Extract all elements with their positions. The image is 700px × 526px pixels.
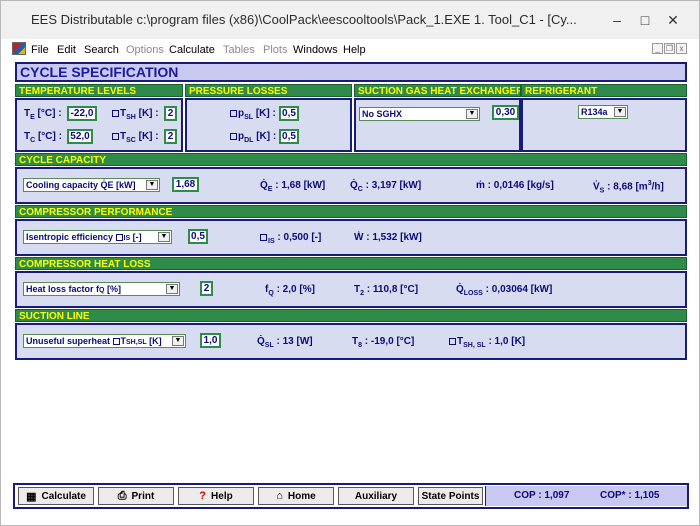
mdi-restore-icon[interactable]: ❐ xyxy=(664,43,675,54)
sghx-header: SUCTION GAS HEAT EXCHANGER xyxy=(354,84,521,97)
chevron-down-icon: ▼ xyxy=(166,284,178,294)
tsh-input[interactable]: 2 xyxy=(164,106,177,121)
compressor-heat-loss-panel: Heat loss factor fQ [%] ▼ 2 fQ : 2,0 [%] … xyxy=(15,271,687,308)
menu-file[interactable]: File xyxy=(31,44,49,56)
tc-label: TC [°C] : xyxy=(24,131,62,144)
maximize-button[interactable]: □ xyxy=(634,9,656,31)
efficiency-input[interactable]: 0,5 xyxy=(188,229,208,244)
compressor-performance-header: COMPRESSOR PERFORMANCE xyxy=(15,205,687,218)
suction-line-header: SUCTION LINE xyxy=(15,309,687,322)
capacity-input[interactable]: 1,68 xyxy=(172,177,199,192)
temperature-panel: TE [°C] : -22,0 TSH [K] : 2 TC [°C] : 52… xyxy=(15,98,183,152)
mdi-close-icon[interactable]: x xyxy=(676,43,687,54)
menu-windows[interactable]: Windows xyxy=(293,44,338,56)
calculate-button[interactable]: ▦ Calculate xyxy=(18,487,94,505)
efficiency-select[interactable]: Isentropic efficiency IS [-] ▼ xyxy=(23,230,172,244)
refrigerant-panel: R134a ▼ xyxy=(521,98,687,152)
pdl-label: pDL [K] : xyxy=(230,131,276,144)
cycle-capacity-header: CYCLE CAPACITY xyxy=(15,153,687,166)
app-window: EES Distributable c:\program files (x86)… xyxy=(0,0,700,526)
te-label: TE [°C] : xyxy=(24,108,62,121)
pressure-losses-header: PRESSURE LOSSES xyxy=(185,84,352,97)
cycle-spec-form: CYCLE SPECIFICATION TEMPERATURE LEVELS P… xyxy=(13,61,689,479)
qsl-result: Q̇SL : 13 [W] xyxy=(257,336,313,349)
tsh-sl-result: TSH, SL : 1,0 [K] xyxy=(449,336,525,349)
sghx-select[interactable]: No SGHX ▼ xyxy=(359,107,480,121)
chevron-down-icon: ▼ xyxy=(614,107,626,117)
state-points-button[interactable]: State Points xyxy=(418,487,483,505)
eta-is-result: IS : 0,500 [-] xyxy=(260,232,321,245)
psl-input[interactable]: 0,5 xyxy=(279,106,299,121)
sghx-input[interactable]: 0,30 xyxy=(492,105,519,120)
chevron-down-icon: ▼ xyxy=(172,336,184,346)
pdl-input[interactable]: 0,5 xyxy=(279,129,299,144)
mdi-minimize-icon[interactable]: _ xyxy=(652,43,663,54)
menu-edit[interactable]: Edit xyxy=(57,44,76,56)
vs-result: V̇S : 8,68 [m3/h] xyxy=(593,180,664,195)
compressor-performance-panel: Isentropic efficiency IS [-] ▼ 0,5 IS : 0… xyxy=(15,219,687,256)
superheat-select[interactable]: Unuseful superheat TSH,SL [K] ▼ xyxy=(23,334,186,348)
close-button[interactable]: ✕ xyxy=(662,9,684,31)
help-button[interactable]: ? Help xyxy=(178,487,254,505)
temperature-levels-header: TEMPERATURE LEVELS xyxy=(15,84,183,97)
chevron-down-icon: ▼ xyxy=(158,232,170,242)
refrigerant-header: REFRIGERANT xyxy=(521,84,687,97)
compressor-heat-loss-header: COMPRESSOR HEAT LOSS xyxy=(15,257,687,270)
chevron-down-icon: ▼ xyxy=(466,109,478,119)
fq-result: fQ : 2,0 [%] xyxy=(265,284,315,297)
tc-input[interactable]: 52,0 xyxy=(67,129,93,144)
menu-options[interactable]: Options xyxy=(126,44,164,56)
help-icon: ? xyxy=(199,490,207,502)
mass-flow-result: ṁ : 0,0146 [kg/s] xyxy=(476,180,554,191)
heat-loss-select[interactable]: Heat loss factor fQ [%] ▼ xyxy=(23,282,180,296)
tsc-input[interactable]: 2 xyxy=(164,129,177,144)
power-result: Ẇ : 1,532 [kW] xyxy=(354,232,422,243)
page-title: CYCLE SPECIFICATION xyxy=(15,62,687,82)
superheat-input[interactable]: 1,0 xyxy=(200,333,221,348)
cop-star-value: COP* : 1,105 xyxy=(600,490,660,501)
refrigerant-select[interactable]: R134a ▼ xyxy=(578,105,628,119)
cycle-capacity-panel: Cooling capacity Q̇E [kW] ▼ 1,68 Q̇E : 1,… xyxy=(15,167,687,204)
qloss-result: Q̇LOSS : 0,03064 [kW] xyxy=(456,284,553,297)
heat-loss-input[interactable]: 2 xyxy=(200,281,213,296)
minimize-button[interactable]: – xyxy=(606,9,628,31)
te-input[interactable]: -22,0 xyxy=(67,106,97,121)
menu-tables[interactable]: Tables xyxy=(223,44,255,56)
qe-result: Q̇E : 1,68 [kW] xyxy=(260,180,326,193)
chevron-down-icon: ▼ xyxy=(146,180,158,190)
print-button[interactable]: ⎙ Print xyxy=(98,487,174,505)
bottom-toolbar: ▦ Calculate ⎙ Print ? Help ⌂ Home Auxiliary … xyxy=(13,483,689,509)
home-icon: ⌂ xyxy=(276,490,283,502)
menu-plots[interactable]: Plots xyxy=(263,44,287,56)
cop-display: COP : 1,097 COP* : 1,105 xyxy=(485,486,687,506)
title-bar[interactable]: EES Distributable c:\program files (x86)… xyxy=(1,1,699,39)
qc-result: Q̇C : 3,197 [kW] xyxy=(350,180,422,193)
capacity-select[interactable]: Cooling capacity Q̇E [kW] ▼ xyxy=(23,178,160,192)
tsc-label: TSC [K] : xyxy=(112,131,159,144)
menu-search[interactable]: Search xyxy=(84,44,119,56)
menu-help[interactable]: Help xyxy=(343,44,366,56)
t2-result: T2 : 110,8 [°C] xyxy=(354,284,419,297)
psl-label: pSL [K] : xyxy=(230,108,276,121)
app-icon[interactable] xyxy=(12,42,26,55)
home-button[interactable]: ⌂ Home xyxy=(258,487,334,505)
auxiliary-button[interactable]: Auxiliary xyxy=(338,487,414,505)
menu-bar: File Edit Search Options Calculate Table… xyxy=(1,40,699,60)
t8-result: T8 : -19,0 [°C] xyxy=(352,336,415,349)
pressure-panel: pSL [K] : 0,5 pDL [K] : 0,5 xyxy=(185,98,352,152)
sghx-panel: No SGHX ▼ 0,30 xyxy=(354,98,521,152)
calculator-icon: ▦ xyxy=(26,490,37,503)
suction-line-panel: Unuseful superheat TSH,SL [K] ▼ 1,0 Q̇SL … xyxy=(15,323,687,360)
cop-value: COP : 1,097 xyxy=(514,490,570,501)
window-title: EES Distributable c:\program files (x86)… xyxy=(31,12,577,27)
tsh-label: TSH [K] : xyxy=(112,108,159,121)
menu-calculate[interactable]: Calculate xyxy=(169,44,215,56)
printer-icon: ⎙ xyxy=(117,489,127,502)
